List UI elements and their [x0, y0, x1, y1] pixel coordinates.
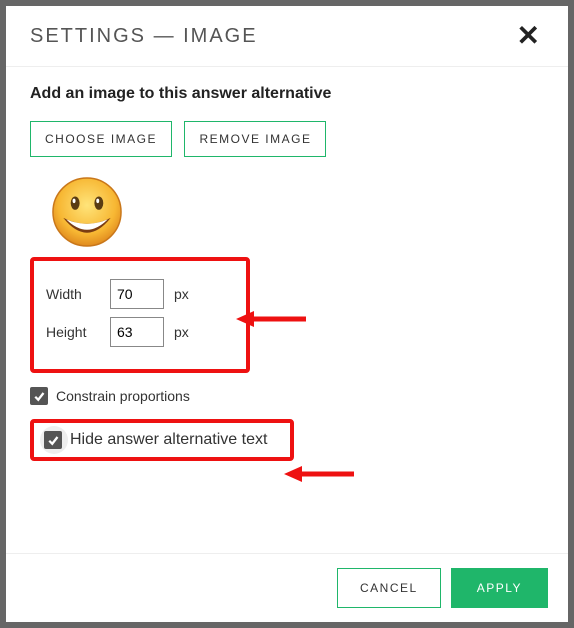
settings-image-modal: SETTINGS — IMAGE ✕ Add an image to this …	[6, 6, 568, 622]
choose-image-button[interactable]: CHOOSE IMAGE	[30, 121, 172, 157]
height-label: Height	[46, 324, 100, 340]
modal-body: Add an image to this answer alternative …	[6, 67, 568, 553]
width-input[interactable]	[110, 279, 164, 309]
image-buttons-row: CHOOSE IMAGE REMOVE IMAGE	[30, 121, 544, 157]
cancel-button[interactable]: CANCEL	[337, 568, 441, 608]
image-preview	[30, 175, 544, 249]
constrain-label: Constrain proportions	[56, 388, 190, 404]
height-row: Height px	[46, 317, 234, 347]
apply-button[interactable]: APPLY	[451, 568, 548, 608]
width-row: Width px	[46, 279, 234, 309]
modal-subtitle: Add an image to this answer alternative	[30, 85, 544, 103]
close-icon[interactable]: ✕	[513, 20, 544, 52]
height-input[interactable]	[110, 317, 164, 347]
checkbox-checked-icon[interactable]	[44, 431, 62, 449]
annotation-arrow-icon	[236, 307, 306, 331]
height-unit: px	[174, 324, 189, 340]
annotation-arrow-icon	[284, 462, 354, 486]
modal-title: SETTINGS — IMAGE	[30, 25, 258, 48]
hide-label: Hide answer alternative text	[70, 431, 267, 449]
hide-text-highlight-box[interactable]: Hide answer alternative text	[30, 419, 294, 461]
modal-header: SETTINGS — IMAGE ✕	[6, 6, 568, 67]
checkbox-checked-icon[interactable]	[30, 387, 48, 405]
modal-footer: CANCEL APPLY	[6, 553, 568, 622]
smiley-icon	[50, 175, 124, 249]
dimensions-highlight-box: Width px Height px	[30, 257, 250, 373]
constrain-row[interactable]: Constrain proportions	[30, 387, 544, 405]
width-label: Width	[46, 286, 100, 302]
width-unit: px	[174, 286, 189, 302]
remove-image-button[interactable]: REMOVE IMAGE	[184, 121, 326, 157]
